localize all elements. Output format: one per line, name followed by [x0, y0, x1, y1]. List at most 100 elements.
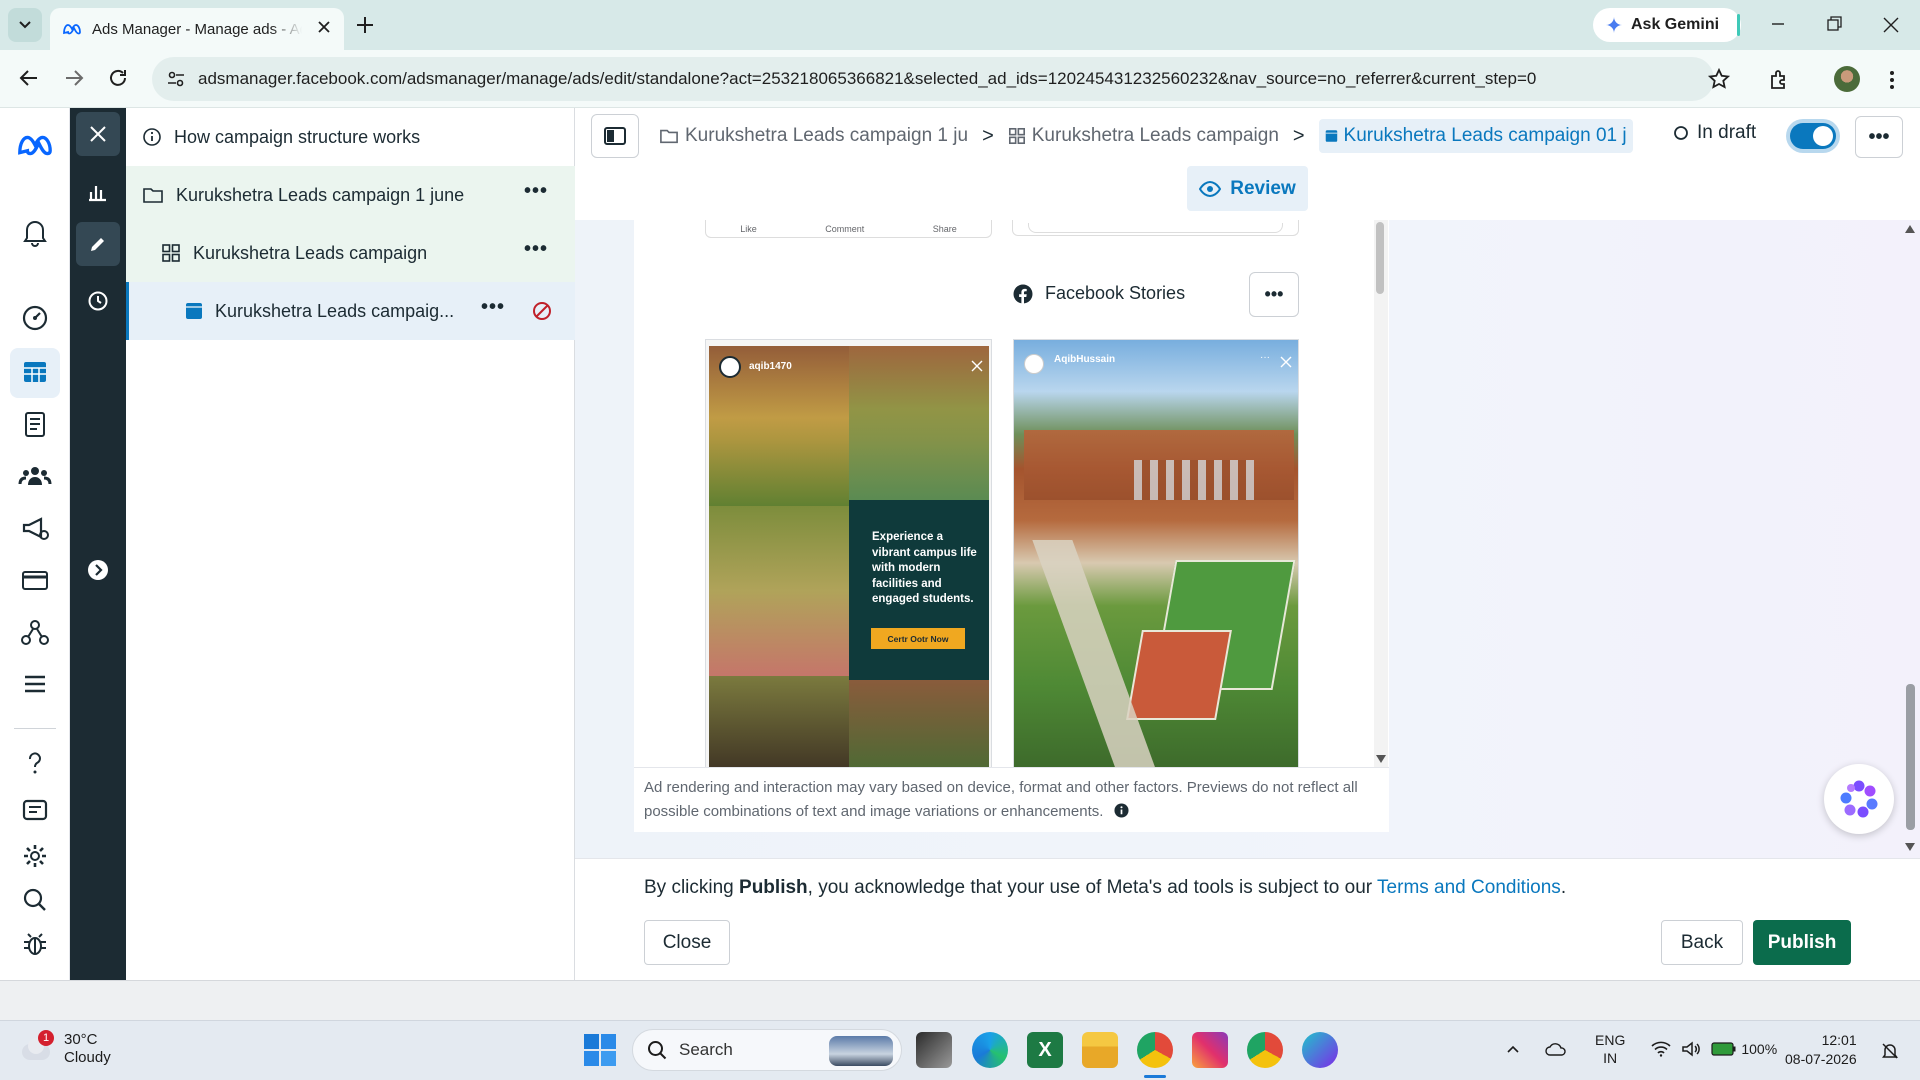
reports-document-icon[interactable] — [17, 406, 53, 442]
placement-more-button[interactable]: ••• — [1249, 272, 1299, 317]
close-tab-icon[interactable] — [316, 19, 332, 35]
taskbar-search[interactable]: Search — [632, 1029, 902, 1071]
edit-mode-button[interactable] — [76, 222, 120, 266]
address-bar[interactable]: adsmanager.facebook.com/adsmanager/manag… — [152, 57, 1731, 101]
tree-item-campaign[interactable]: Kurukshetra Leads campaign 1 june ••• — [126, 166, 575, 224]
page-scroll-up-icon[interactable] — [1904, 224, 1916, 234]
search-icon — [648, 1041, 667, 1060]
browser-menu-icon[interactable] — [1886, 68, 1898, 92]
reload-icon[interactable] — [106, 66, 130, 90]
terms-link[interactable]: Terms and Conditions — [1377, 877, 1561, 898]
disclaimer-text: Ad rendering and interaction may vary ba… — [644, 779, 1358, 820]
adset-more-button[interactable]: ••• — [524, 238, 548, 261]
ad-on-off-toggle[interactable] — [1790, 123, 1836, 149]
profile-avatar[interactable] — [1834, 66, 1860, 92]
campaign-structure-info[interactable]: How campaign structure works — [126, 108, 575, 166]
canva-app-icon[interactable] — [1302, 1032, 1338, 1068]
search-icon[interactable] — [17, 882, 53, 918]
instagram-app-icon[interactable] — [1192, 1032, 1228, 1068]
ask-gemini-button[interactable]: Ask Gemini — [1593, 8, 1741, 42]
forward-arrow-icon[interactable] — [62, 66, 86, 90]
ad-more-button[interactable]: ••• — [481, 296, 505, 319]
all-tools-menu-icon[interactable] — [17, 666, 53, 702]
ads-manager-table-icon[interactable] — [17, 354, 53, 390]
publish-button[interactable]: Publish — [1753, 920, 1851, 965]
weather-widget[interactable]: 1 30°C Cloudy — [20, 1030, 111, 1067]
input-language[interactable]: ENG IN — [1595, 1031, 1625, 1067]
browser-tab-active[interactable]: Ads Manager - Manage ads - Ad — [50, 8, 344, 50]
excel-app-icon[interactable]: X — [1027, 1032, 1063, 1068]
taskbar-clock[interactable]: 12:01 08-07-2026 — [1785, 1031, 1857, 1069]
meta-ai-assistant-button[interactable] — [1824, 764, 1894, 834]
minimize-icon[interactable] — [1770, 14, 1786, 34]
new-tab-icon[interactable] — [352, 12, 378, 38]
breadcrumb: Kurukshetra Leads campaign 1 ju > Kuruks… — [659, 108, 1633, 164]
settings-gear-icon[interactable] — [17, 838, 53, 874]
help-question-icon[interactable] — [17, 746, 53, 782]
story-2-avatar — [1024, 354, 1044, 374]
close-window-icon[interactable] — [1882, 14, 1900, 34]
extensions-puzzle-icon[interactable] — [1768, 68, 1792, 92]
task-view-app-icon[interactable] — [916, 1032, 952, 1068]
campaign-more-button[interactable]: ••• — [524, 180, 548, 203]
windows-start-icon[interactable] — [584, 1034, 616, 1066]
story-1-headline: Experience a vibrant campus life with mo… — [872, 531, 977, 605]
restore-icon[interactable] — [1826, 14, 1844, 34]
meta-logo-icon[interactable] — [16, 133, 54, 157]
chrome-profile-icon[interactable] — [1247, 1032, 1283, 1068]
scroll-down-arrow-icon[interactable] — [1375, 754, 1387, 764]
toggle-sidebar-button[interactable] — [591, 114, 639, 158]
wifi-icon[interactable] — [1651, 1041, 1671, 1057]
breadcrumb-campaign[interactable]: Kurukshetra Leads campaign 1 ju — [659, 125, 968, 147]
back-button[interactable]: Back — [1661, 920, 1743, 965]
chrome-browser-icon[interactable] — [1137, 1032, 1173, 1068]
story-2-image — [1014, 340, 1298, 767]
preview-scrollbar-thumb[interactable] — [1376, 222, 1384, 294]
tree-item-ad[interactable]: Kurukshetra Leads campaig... ••• — [126, 282, 575, 340]
news-feed-icon[interactable] — [17, 792, 53, 828]
story-1-cta-button: Certr Ootr Now — [871, 628, 965, 649]
notification-bell-icon[interactable] — [1880, 1041, 1900, 1061]
breadcrumb-adset[interactable]: Kurukshetra Leads campaign — [1008, 125, 1279, 147]
story-close-icon — [971, 360, 983, 372]
close-panel-button[interactable] — [76, 112, 120, 156]
audiences-people-icon[interactable] — [17, 458, 53, 494]
draft-status-icon — [1674, 126, 1688, 140]
history-clock-icon[interactable] — [86, 289, 110, 313]
volume-speaker-icon[interactable] — [1681, 1041, 1701, 1057]
breadcrumb-campaign-label: Kurukshetra Leads campaign 1 ju — [685, 125, 969, 146]
breadcrumb-ad[interactable]: Kurukshetra Leads campaign 01 j — [1318, 119, 1633, 153]
edge-browser-icon[interactable] — [972, 1032, 1008, 1068]
bar-chart-icon[interactable] — [86, 180, 110, 204]
review-button[interactable]: Review — [1187, 166, 1308, 211]
close-button[interactable]: Close — [644, 920, 730, 965]
url-text: adsmanager.facebook.com/adsmanager/manag… — [198, 69, 1537, 88]
onedrive-cloud-icon[interactable] — [1545, 1041, 1567, 1057]
tab-search-button[interactable] — [8, 8, 42, 42]
adset-grid-icon — [162, 244, 180, 262]
draft-status-label: In draft — [1697, 122, 1757, 143]
expand-chevron-icon[interactable] — [87, 559, 109, 581]
back-arrow-icon[interactable] — [17, 66, 41, 90]
tree-item-adset[interactable]: Kurukshetra Leads campaign ••• — [126, 224, 575, 282]
campaigns-megaphone-icon[interactable] — [17, 510, 53, 546]
page-scrollbar-thumb[interactable] — [1906, 684, 1915, 830]
report-bug-icon[interactable] — [17, 926, 53, 962]
overview-dashboard-icon[interactable] — [17, 300, 53, 336]
header-more-button[interactable]: ••• — [1855, 116, 1903, 158]
editor-header: Kurukshetra Leads campaign 1 ju > Kuruks… — [575, 108, 1920, 220]
billing-card-icon[interactable] — [17, 562, 53, 598]
show-hidden-icons-chevron-icon[interactable] — [1505, 1041, 1521, 1057]
battery-charging-icon[interactable] — [1711, 1042, 1737, 1056]
business-network-icon[interactable] — [17, 614, 53, 650]
notifications-bell-icon[interactable] — [17, 214, 53, 250]
pencil-icon — [91, 238, 104, 251]
info-filled-icon[interactable] — [1114, 803, 1129, 818]
page-scroll-down-icon[interactable] — [1904, 842, 1916, 852]
bookmark-star-icon[interactable] — [1707, 67, 1731, 91]
story-1-image: Experience a vibrant campus life with mo… — [709, 346, 989, 767]
cloudy-weather-icon: 1 — [20, 1030, 54, 1062]
file-explorer-icon[interactable] — [1082, 1032, 1118, 1068]
site-settings-icon[interactable] — [166, 69, 186, 89]
preview-scrollbar[interactable] — [1374, 220, 1388, 767]
